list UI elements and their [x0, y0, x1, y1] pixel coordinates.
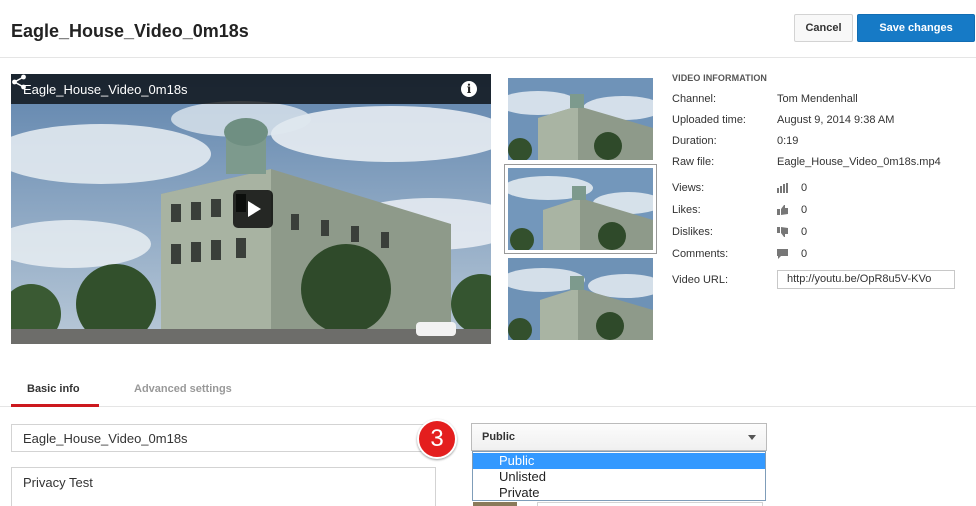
thumbs-up-icon — [777, 205, 788, 215]
video-player[interactable]: Eagle_House_Video_0m18s i — [11, 74, 491, 344]
comment-bubble-icon — [777, 249, 788, 259]
chevron-down-icon — [748, 435, 756, 440]
privacy-option-unlisted[interactable]: Unlisted — [473, 469, 765, 485]
uploaded-label: Uploaded time: — [672, 114, 746, 126]
duration-label: Duration: — [672, 135, 717, 147]
video-url-label: Video URL: — [672, 274, 729, 286]
raw-file-value: Eagle_House_Video_0m18s.mp4 — [777, 156, 941, 168]
likes-value: 0 — [801, 204, 808, 216]
info-icon[interactable]: i — [461, 81, 477, 97]
dislikes-label: Dislikes: — [672, 226, 713, 238]
comments-label: Comments: — [672, 248, 729, 260]
privacy-selected-value: Public — [482, 431, 516, 443]
channel-value: Tom Mendenhall — [777, 93, 858, 105]
raw-file-label: Raw file: — [672, 156, 715, 168]
player-title-bar: Eagle_House_Video_0m18s i — [11, 74, 491, 104]
tabs-divider — [0, 406, 976, 407]
comments-value: 0 — [801, 248, 808, 260]
video-info-heading: VIDEO INFORMATION — [672, 73, 768, 83]
tab-basic-info[interactable]: Basic info — [27, 383, 80, 395]
thumbnail-option-1[interactable] — [508, 78, 653, 160]
page-header: Eagle_House_Video_0m18s Cancel Save chan… — [0, 0, 976, 58]
privacy-option-private[interactable]: Private — [473, 485, 765, 501]
privacy-select[interactable]: Public — [471, 423, 767, 451]
privacy-option-public[interactable]: Public — [473, 453, 765, 469]
share-icon[interactable] — [11, 74, 27, 90]
thumbnail-image — [508, 78, 653, 160]
active-tab-indicator — [11, 404, 99, 407]
thumbnail-image — [508, 258, 653, 340]
thumbnail-image — [508, 168, 653, 250]
step-number-badge: 3 — [417, 419, 457, 459]
views-bar-chart-icon — [777, 183, 788, 193]
tab-advanced-settings[interactable]: Advanced settings — [134, 383, 232, 395]
views-label: Views: — [672, 182, 705, 194]
privacy-dropdown-list: Public Unlisted Private — [472, 451, 766, 501]
save-changes-button[interactable]: Save changes — [857, 14, 975, 42]
video-description-input[interactable]: Privacy Test — [11, 467, 436, 506]
likes-label: Likes: — [672, 204, 701, 216]
video-edit-page: Eagle_House_Video_0m18s Cancel Save chan… — [0, 0, 976, 506]
uploaded-value: August 9, 2014 9:38 AM — [777, 114, 895, 126]
video-title-input[interactable]: Eagle_House_Video_0m18s — [11, 424, 436, 452]
partial-thumbnail — [473, 502, 517, 506]
play-icon[interactable] — [233, 190, 273, 228]
thumbnail-option-3[interactable] — [508, 258, 653, 340]
dislikes-value: 0 — [801, 226, 808, 238]
cancel-button[interactable]: Cancel — [794, 14, 853, 42]
channel-label: Channel: — [672, 93, 717, 105]
video-url-field[interactable]: http://youtu.be/OpR8u5V-KVo — [777, 270, 955, 289]
player-title: Eagle_House_Video_0m18s — [23, 82, 188, 97]
thumbnail-option-2[interactable] — [508, 168, 653, 250]
views-value: 0 — [801, 182, 808, 194]
thumbs-down-icon — [777, 227, 788, 237]
partial-input — [537, 502, 763, 506]
page-title: Eagle_House_Video_0m18s — [11, 21, 249, 41]
duration-value: 0:19 — [777, 135, 799, 147]
